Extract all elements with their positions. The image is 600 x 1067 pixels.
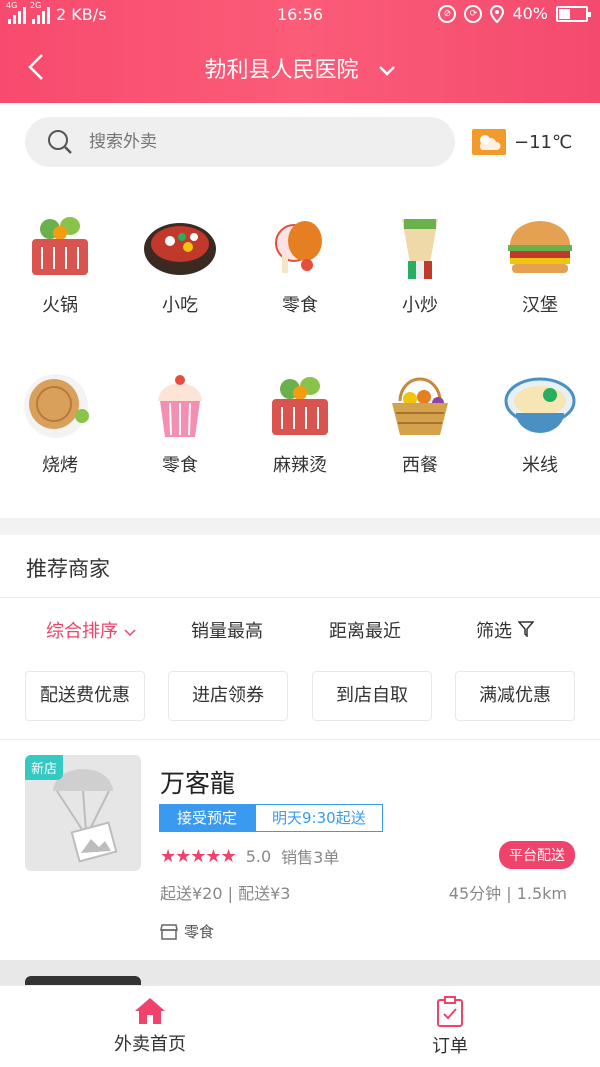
pancake-icon xyxy=(24,374,89,438)
chip-full-reduction[interactable]: 满减优惠 xyxy=(455,671,575,721)
sort-sales[interactable]: 销量最高 xyxy=(191,617,263,643)
search-input[interactable] xyxy=(89,125,429,159)
star-rating-icon: ★★★★★ xyxy=(160,845,237,867)
home-icon xyxy=(135,998,165,1024)
shop-rating: ★★★★★ 5.0 销售3单 xyxy=(160,844,339,868)
tag-delivery-time: 明天9:30起送 xyxy=(255,804,383,832)
category-item[interactable]: 小炒 xyxy=(360,211,480,317)
tab-home[interactable]: 外卖首页 xyxy=(0,996,300,1056)
platform-delivery-badge: 平台配送 xyxy=(499,841,575,869)
new-shop-badge: 新店 xyxy=(25,755,64,780)
sales-count: 销售3单 xyxy=(281,848,340,867)
order-clipboard-icon xyxy=(437,996,463,1027)
burger-icon xyxy=(508,221,572,273)
filter-icon xyxy=(517,621,535,638)
chip-delivery-discount[interactable]: 配送费优惠 xyxy=(25,671,145,721)
battery-percent: 40% xyxy=(512,4,548,23)
tab-orders[interactable]: 订单 xyxy=(300,996,600,1058)
category-item[interactable]: 米线 xyxy=(480,371,600,477)
battery-icon xyxy=(556,5,591,22)
chevron-down-icon xyxy=(124,629,136,637)
category-item[interactable]: 烧烤 xyxy=(0,371,120,477)
fruit-basket-icon xyxy=(392,377,448,435)
veggie-basket-icon xyxy=(32,217,88,275)
partly-cloudy-icon xyxy=(472,129,506,155)
divider xyxy=(0,597,600,598)
cupcake-icon xyxy=(158,375,202,437)
tag-accept-order: 接受预定 xyxy=(159,804,256,832)
category-item[interactable]: 麻辣烫 xyxy=(240,371,360,477)
search-bar[interactable] xyxy=(25,117,455,167)
temperature: −11℃ xyxy=(514,131,573,153)
location-icon xyxy=(490,4,505,23)
search-icon xyxy=(48,130,72,154)
shop-name: 万客龍 xyxy=(160,769,236,798)
shop-fees: 起送¥20 | 配送¥3 xyxy=(160,884,291,903)
recommend-section: 推荐商家 综合排序 销量最高 距离最近 筛选 配送费优惠 进店领券 到店自取 满… xyxy=(0,535,600,960)
app-header: 4G 2G 2 KB/s 16:56 ⊘ ⟳ 40% 勃利县人民医院 xyxy=(0,0,600,103)
category-item[interactable]: 汉堡 xyxy=(480,211,600,317)
shop-thumbnail: 新店 xyxy=(25,755,141,871)
hotpot-bowl-icon xyxy=(144,223,216,275)
sort-distance[interactable]: 距离最近 xyxy=(329,617,401,643)
bottom-tab-bar: 外卖首页 订单 xyxy=(0,985,600,1067)
rating-value: 5.0 xyxy=(245,846,272,866)
wrap-icon xyxy=(402,219,438,279)
section-title: 推荐商家 xyxy=(26,557,110,581)
category-item[interactable]: 火锅 xyxy=(0,211,120,317)
mute-icon: ⊘ xyxy=(438,4,457,23)
category-item[interactable]: 零食 xyxy=(120,371,240,477)
chip-coupon[interactable]: 进店领券 xyxy=(168,671,288,721)
page-title: 勃利县人民医院 xyxy=(204,58,359,83)
weather-widget: −11℃ xyxy=(472,129,572,155)
location-selector[interactable]: 勃利县人民医院 xyxy=(0,52,600,84)
shop-card[interactable]: 新店 万客龍 接受预定 明天9:30起送 ★★★★★ 5.0 销售3单 平台配送… xyxy=(0,740,600,960)
shop-distance: 45分钟 | 1.5km xyxy=(448,884,567,903)
shop-tags: 接受预定 明天9:30起送 xyxy=(159,804,383,832)
chip-pickup[interactable]: 到店自取 xyxy=(312,671,432,721)
sort-default[interactable]: 综合排序 xyxy=(46,617,136,643)
category-item[interactable]: 西餐 xyxy=(360,371,480,477)
category-item[interactable]: 小吃 xyxy=(120,211,240,317)
top-panel: −11℃ 火锅 小吃 零食 小炒 汉堡 烧烤 零食 xyxy=(0,103,600,518)
title-bar: 勃利县人民医院 xyxy=(0,30,600,103)
filter-button[interactable]: 筛选 xyxy=(476,617,535,643)
meat-snack-icon xyxy=(275,221,322,273)
rotation-lock-icon: ⟳ xyxy=(464,4,483,23)
status-bar: 4G 2G 2 KB/s 16:56 ⊘ ⟳ 40% xyxy=(0,0,600,30)
veggie-basket-icon xyxy=(272,377,328,435)
chevron-down-icon xyxy=(378,66,395,76)
sort-bar: 综合排序 销量最高 距离最近 筛选 xyxy=(0,599,600,659)
category-item[interactable]: 零食 xyxy=(240,211,360,317)
shop-icon xyxy=(160,923,178,940)
shop-category: 零食 xyxy=(160,921,214,942)
noodle-bowl-icon xyxy=(504,377,576,433)
